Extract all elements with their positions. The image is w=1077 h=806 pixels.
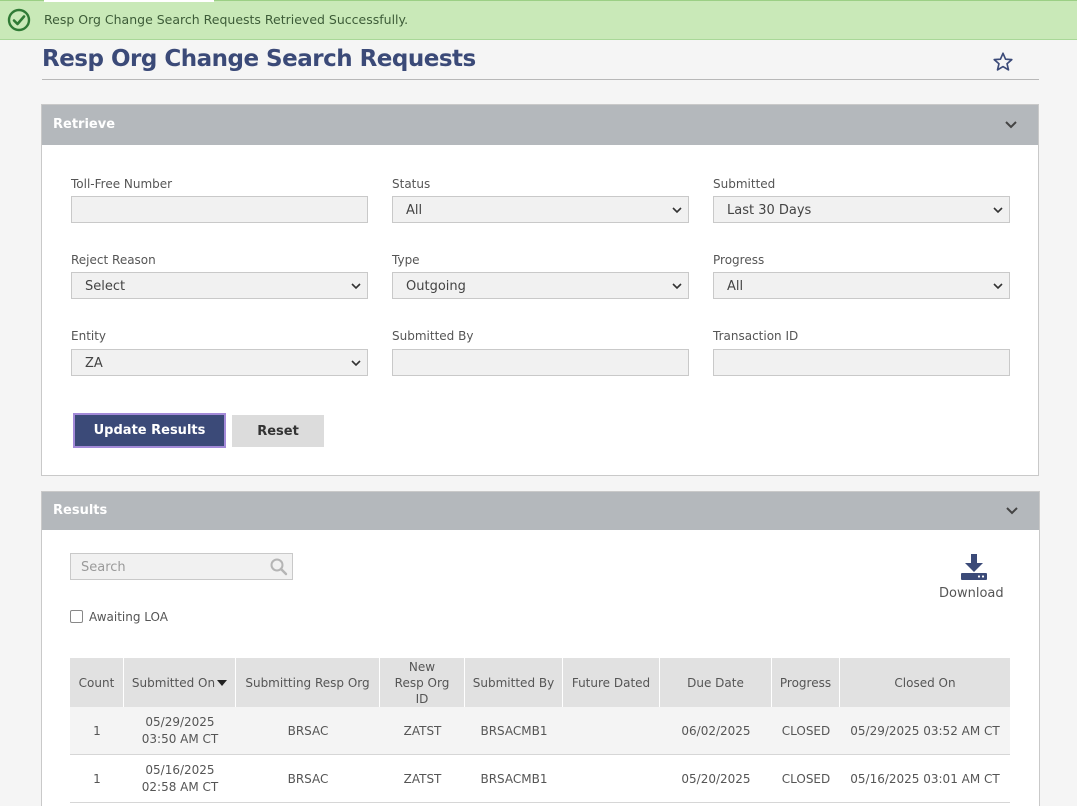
column-header-submitted-on[interactable]: Submitted On	[124, 658, 236, 707]
chevron-down-icon	[672, 283, 682, 290]
submitted-on-date: 05/16/2025	[145, 763, 215, 777]
results-search-input[interactable]: Search	[70, 553, 293, 580]
progress-value: All	[727, 279, 744, 294]
page-title: Resp Org Change Search Requests	[42, 46, 476, 72]
chevron-down-icon	[993, 283, 1003, 290]
search-placeholder: Search	[81, 560, 126, 575]
column-header-closed-on[interactable]: Closed On	[840, 658, 1010, 707]
type-value: Outgoing	[406, 279, 466, 294]
retrieve-panel-title: Retrieve	[53, 117, 116, 132]
update-results-button[interactable]: Update Results	[73, 413, 226, 448]
entity-label: Entity	[71, 329, 107, 343]
progress-cell: CLOSED	[781, 723, 831, 738]
submitting-resp-org-cell: BRSAC	[287, 771, 329, 786]
closed-on-cell: 05/29/2025 03:52 AM CT	[850, 723, 1000, 738]
toll-free-number-label: Toll-Free Number	[71, 177, 173, 191]
future-dated-cell	[563, 755, 660, 803]
column-header-submitted-by[interactable]: Submitted By	[465, 658, 563, 707]
download-icon	[961, 554, 987, 580]
type-label: Type	[392, 253, 420, 267]
entity-select[interactable]: ZA	[71, 349, 368, 376]
banner-highlight	[44, 0, 214, 2]
column-header-label: Progress	[779, 675, 832, 690]
column-header-progress[interactable]: Progress	[772, 658, 840, 707]
chevron-down-icon	[351, 360, 361, 367]
submitted-value: Last 30 Days	[727, 203, 812, 218]
toll-free-number-input[interactable]	[71, 196, 368, 223]
due-date-cell: 05/20/2025	[681, 771, 751, 786]
progress-label: Progress	[713, 253, 765, 267]
table-row[interactable]: 1 05/16/2025 02:58 AM CT BRSAC ZATST BRS…	[70, 755, 1010, 803]
results-panel-title: Results	[53, 503, 108, 518]
chevron-down-icon[interactable]	[1004, 120, 1018, 130]
sort-desc-icon[interactable]	[217, 679, 228, 686]
submitted-on-time: 02:58 AM CT	[141, 780, 219, 794]
type-select[interactable]: Outgoing	[392, 272, 689, 299]
new-resp-org-id-cell: ZATST	[403, 723, 442, 738]
transaction-id-label: Transaction ID	[713, 329, 799, 343]
success-banner: Resp Org Change Search Requests Retrieve…	[0, 0, 1077, 40]
future-dated-cell	[563, 707, 660, 755]
table-header: Count Submitted On Submitting Resp Org N…	[70, 658, 1010, 707]
column-header-submitting-resp-org[interactable]: Submitting Resp Org	[236, 658, 380, 707]
column-header-label: New Resp Org ID	[394, 659, 450, 706]
search-icon[interactable]	[269, 557, 289, 577]
title-divider	[42, 79, 1039, 80]
results-panel-header[interactable]: Results	[42, 492, 1039, 530]
submitted-by-input[interactable]	[392, 349, 689, 376]
table-row[interactable]: 1 05/29/2025 03:50 AM CT BRSAC ZATST BRS…	[70, 707, 1010, 755]
chevron-down-icon	[351, 283, 361, 290]
status-value: All	[406, 203, 423, 218]
entity-value: ZA	[85, 356, 103, 371]
submitted-select[interactable]: Last 30 Days	[713, 196, 1010, 223]
column-header-label: Due Date	[687, 675, 744, 690]
count-cell: 1	[93, 771, 101, 786]
column-header-label: Submitted On	[131, 675, 216, 690]
progress-select[interactable]: All	[713, 272, 1010, 299]
download-label: Download	[939, 586, 1004, 601]
star-icon[interactable]	[992, 51, 1014, 73]
status-label: Status	[392, 177, 431, 191]
submitted-by-cell: BRSACMB1	[480, 771, 548, 786]
submitted-on-time: 03:50 AM CT	[141, 732, 219, 746]
retrieve-panel-header[interactable]: Retrieve	[42, 105, 1038, 145]
submitted-on-cell: 05/16/2025 02:58 AM CT	[124, 755, 236, 803]
submitting-resp-org-cell: BRSAC	[287, 723, 329, 738]
column-header-label: Submitting Resp Org	[245, 675, 370, 690]
column-header-count[interactable]: Count	[70, 658, 124, 707]
reject-reason-label: Reject Reason	[71, 253, 156, 267]
chevron-down-icon[interactable]	[1005, 506, 1019, 516]
status-select[interactable]: All	[392, 196, 689, 223]
closed-on-cell: 05/16/2025 03:01 AM CT	[850, 771, 1000, 786]
column-header-due-date[interactable]: Due Date	[660, 658, 772, 707]
reject-reason-select[interactable]: Select	[71, 272, 368, 299]
awaiting-loa-checkbox[interactable]	[70, 610, 83, 623]
submitted-by-cell: BRSACMB1	[480, 723, 548, 738]
new-resp-org-id-cell: ZATST	[403, 771, 442, 786]
count-cell: 1	[93, 723, 101, 738]
download-button[interactable]: Download	[938, 552, 1010, 604]
check-circle-icon	[7, 8, 31, 32]
column-header-label: Submitted By	[472, 675, 555, 690]
success-message: Resp Org Change Search Requests Retrieve…	[44, 12, 409, 27]
chevron-down-icon	[672, 207, 682, 214]
chevron-down-icon	[993, 207, 1003, 214]
transaction-id-input[interactable]	[713, 349, 1010, 376]
awaiting-loa-label: Awaiting LOA	[89, 610, 169, 624]
due-date-cell: 06/02/2025	[681, 723, 751, 738]
submitted-on-date: 05/29/2025	[145, 715, 215, 729]
submitted-on-cell: 05/29/2025 03:50 AM CT	[124, 707, 236, 755]
column-header-new-resp-org-id[interactable]: New Resp Org ID	[380, 658, 465, 707]
reset-button[interactable]: Reset	[232, 415, 324, 447]
submitted-by-label: Submitted By	[392, 329, 474, 343]
submitted-label: Submitted	[713, 177, 776, 191]
column-header-future-dated[interactable]: Future Dated	[563, 658, 660, 707]
column-header-label: Count	[78, 675, 115, 690]
column-header-label: Future Dated	[571, 675, 651, 690]
reject-reason-value: Select	[85, 279, 126, 294]
column-header-label: Closed On	[894, 675, 956, 690]
progress-cell: CLOSED	[781, 771, 831, 786]
